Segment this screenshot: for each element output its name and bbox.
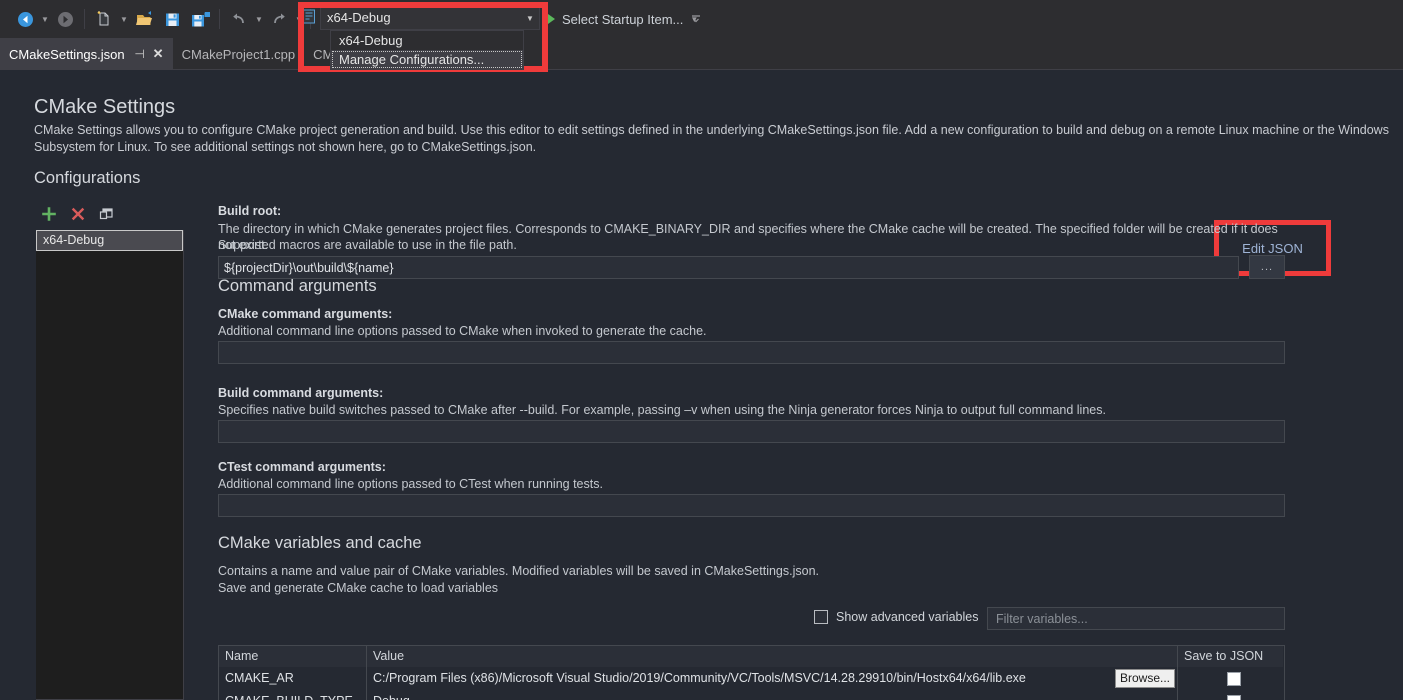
new-item-dropdown-icon[interactable]: ▼ [118,7,130,31]
save-to-json-checkbox[interactable] [1226,671,1241,686]
build-command-arguments-description: Specifies native build switches passed t… [218,403,1106,417]
tab-label: CMakeSettings.json [9,46,125,62]
ctest-command-arguments-input[interactable] [218,494,1285,517]
configuration-target-icon [302,8,318,26]
build-command-arguments-input[interactable] [218,420,1285,443]
column-header-value: Value [367,646,1178,667]
remove-configuration-icon[interactable] [65,202,90,226]
undo-icon[interactable] [226,6,252,32]
undo-redo-group: ▼ ▼ [225,0,305,38]
play-icon [548,14,555,24]
toolbar-separator [84,9,85,29]
toolbar-separator-2 [219,9,220,29]
navigate-forward-icon[interactable] [52,6,78,32]
cmake-variables-description-1: Contains a name and value pair of CMake … [218,564,820,578]
build-root-input[interactable]: ${projectDir}\out\build\${name} [218,256,1239,279]
pin-icon[interactable]: ⊣ [134,47,146,61]
variable-name: CMAKE_AR [219,667,367,690]
save-all-icon[interactable] [187,6,213,32]
save-to-json-checkbox[interactable] [1226,694,1241,700]
clone-configuration-icon[interactable] [94,202,119,226]
startup-item-label: Select Startup Item... [562,11,684,27]
visual-studio-window: ▼ ▼ ▼ ▼ x64-Debug ▼ x64-Debug Manage Con… [0,0,1403,700]
menu-item-x64-debug[interactable]: x64-Debug [331,31,523,50]
chevron-down-icon[interactable]: ▼ [521,14,539,23]
cmake-variables-heading: CMake variables and cache [218,534,422,552]
variable-name: CMAKE_BUILD_TYPE [219,690,367,700]
show-advanced-variables-label: Show advanced variables [836,610,979,624]
ctest-command-arguments-label: CTest command arguments: [218,460,386,474]
menu-item-manage-configurations[interactable]: Manage Configurations... [331,50,523,69]
document-tab-strip: CMakeSettings.json ⊣ ✕ CMakeProject1.cpp… [0,38,1403,70]
file-group: ▼ [90,0,214,38]
variable-value[interactable]: Debug [367,690,1178,700]
undo-dropdown-icon[interactable]: ▼ [253,7,265,31]
configuration-dropdown-menu[interactable]: x64-Debug Manage Configurations... [330,30,524,70]
browse-button[interactable]: Browse... [1114,669,1175,688]
navigate-backward-icon[interactable] [12,6,38,32]
filter-variables-input[interactable]: Filter variables... [987,607,1285,630]
table-header-row: Name Value Save to JSON [219,646,1284,667]
configurations-list[interactable]: x64-Debug [36,230,184,700]
table-row[interactable]: CMAKE_AR C:/Program Files (x86)/Microsof… [219,667,1284,690]
variable-value-text: C:/Program Files (x86)/Microsoft Visual … [373,671,1026,685]
save-to-json-cell[interactable] [1178,690,1283,700]
select-startup-item-button[interactable]: Select Startup Item... ▼ [548,8,698,30]
tab-label: CMakeProject1.cpp [181,46,296,62]
cmake-variables-table: Name Value Save to JSON CMAKE_AR C:/Prog… [218,645,1285,700]
add-configuration-icon[interactable] [36,202,61,226]
navigation-group: ▼ [0,0,79,38]
redo-icon[interactable] [266,6,292,32]
build-root-browse-button[interactable]: ... [1249,255,1285,279]
column-header-save-to-json: Save to JSON [1178,646,1283,667]
configurations-heading: Configurations [34,169,141,187]
build-command-arguments-label: Build command arguments: [218,386,384,400]
build-root-label: Build root: [218,204,282,218]
checkbox-box[interactable] [814,610,828,624]
tab-cmakesettings-json[interactable]: CMakeSettings.json ⊣ ✕ [0,38,173,70]
configurations-toolbar [36,202,123,226]
cmake-command-arguments-input[interactable] [218,341,1285,364]
build-root-description-2: Supported macros are available to use in… [218,238,517,252]
save-icon[interactable] [159,6,185,32]
close-icon[interactable]: ✕ [152,46,165,62]
configuration-combobox[interactable]: x64-Debug ▼ [320,6,540,30]
navigate-backward-dropdown-icon[interactable]: ▼ [39,7,51,31]
cmake-command-arguments-description: Additional command line options passed t… [218,324,707,338]
table-row[interactable]: CMAKE_BUILD_TYPE Debug [219,690,1284,700]
ctest-command-arguments-description: Additional command line options passed t… [218,477,603,491]
column-header-name: Name [219,646,367,667]
page-title: CMake Settings [34,96,176,118]
cmake-settings-editor: CMake Settings CMake Settings allows you… [0,70,1403,700]
command-arguments-heading: Command arguments [218,277,377,295]
show-advanced-variables-checkbox[interactable]: Show advanced variables [814,610,978,624]
cmake-variables-description-2: Save and generate CMake cache to load va… [218,581,499,595]
toolbar-overflow-icon[interactable] [690,12,702,24]
configuration-list-item-x64-debug[interactable]: x64-Debug [36,230,183,251]
page-description: CMake Settings allows you to configure C… [34,123,1389,154]
tab-cmakeproject1-cpp[interactable]: CMakeProject1.cpp [173,38,303,70]
save-to-json-cell[interactable] [1178,667,1283,690]
variable-value-text: Debug [373,694,410,700]
configuration-combobox-value: x64-Debug [327,10,391,25]
new-item-icon[interactable] [91,6,117,32]
cmake-command-arguments-label: CMake command arguments: [218,307,393,321]
open-file-icon[interactable] [131,6,157,32]
variable-value[interactable]: C:/Program Files (x86)/Microsoft Visual … [367,667,1178,690]
